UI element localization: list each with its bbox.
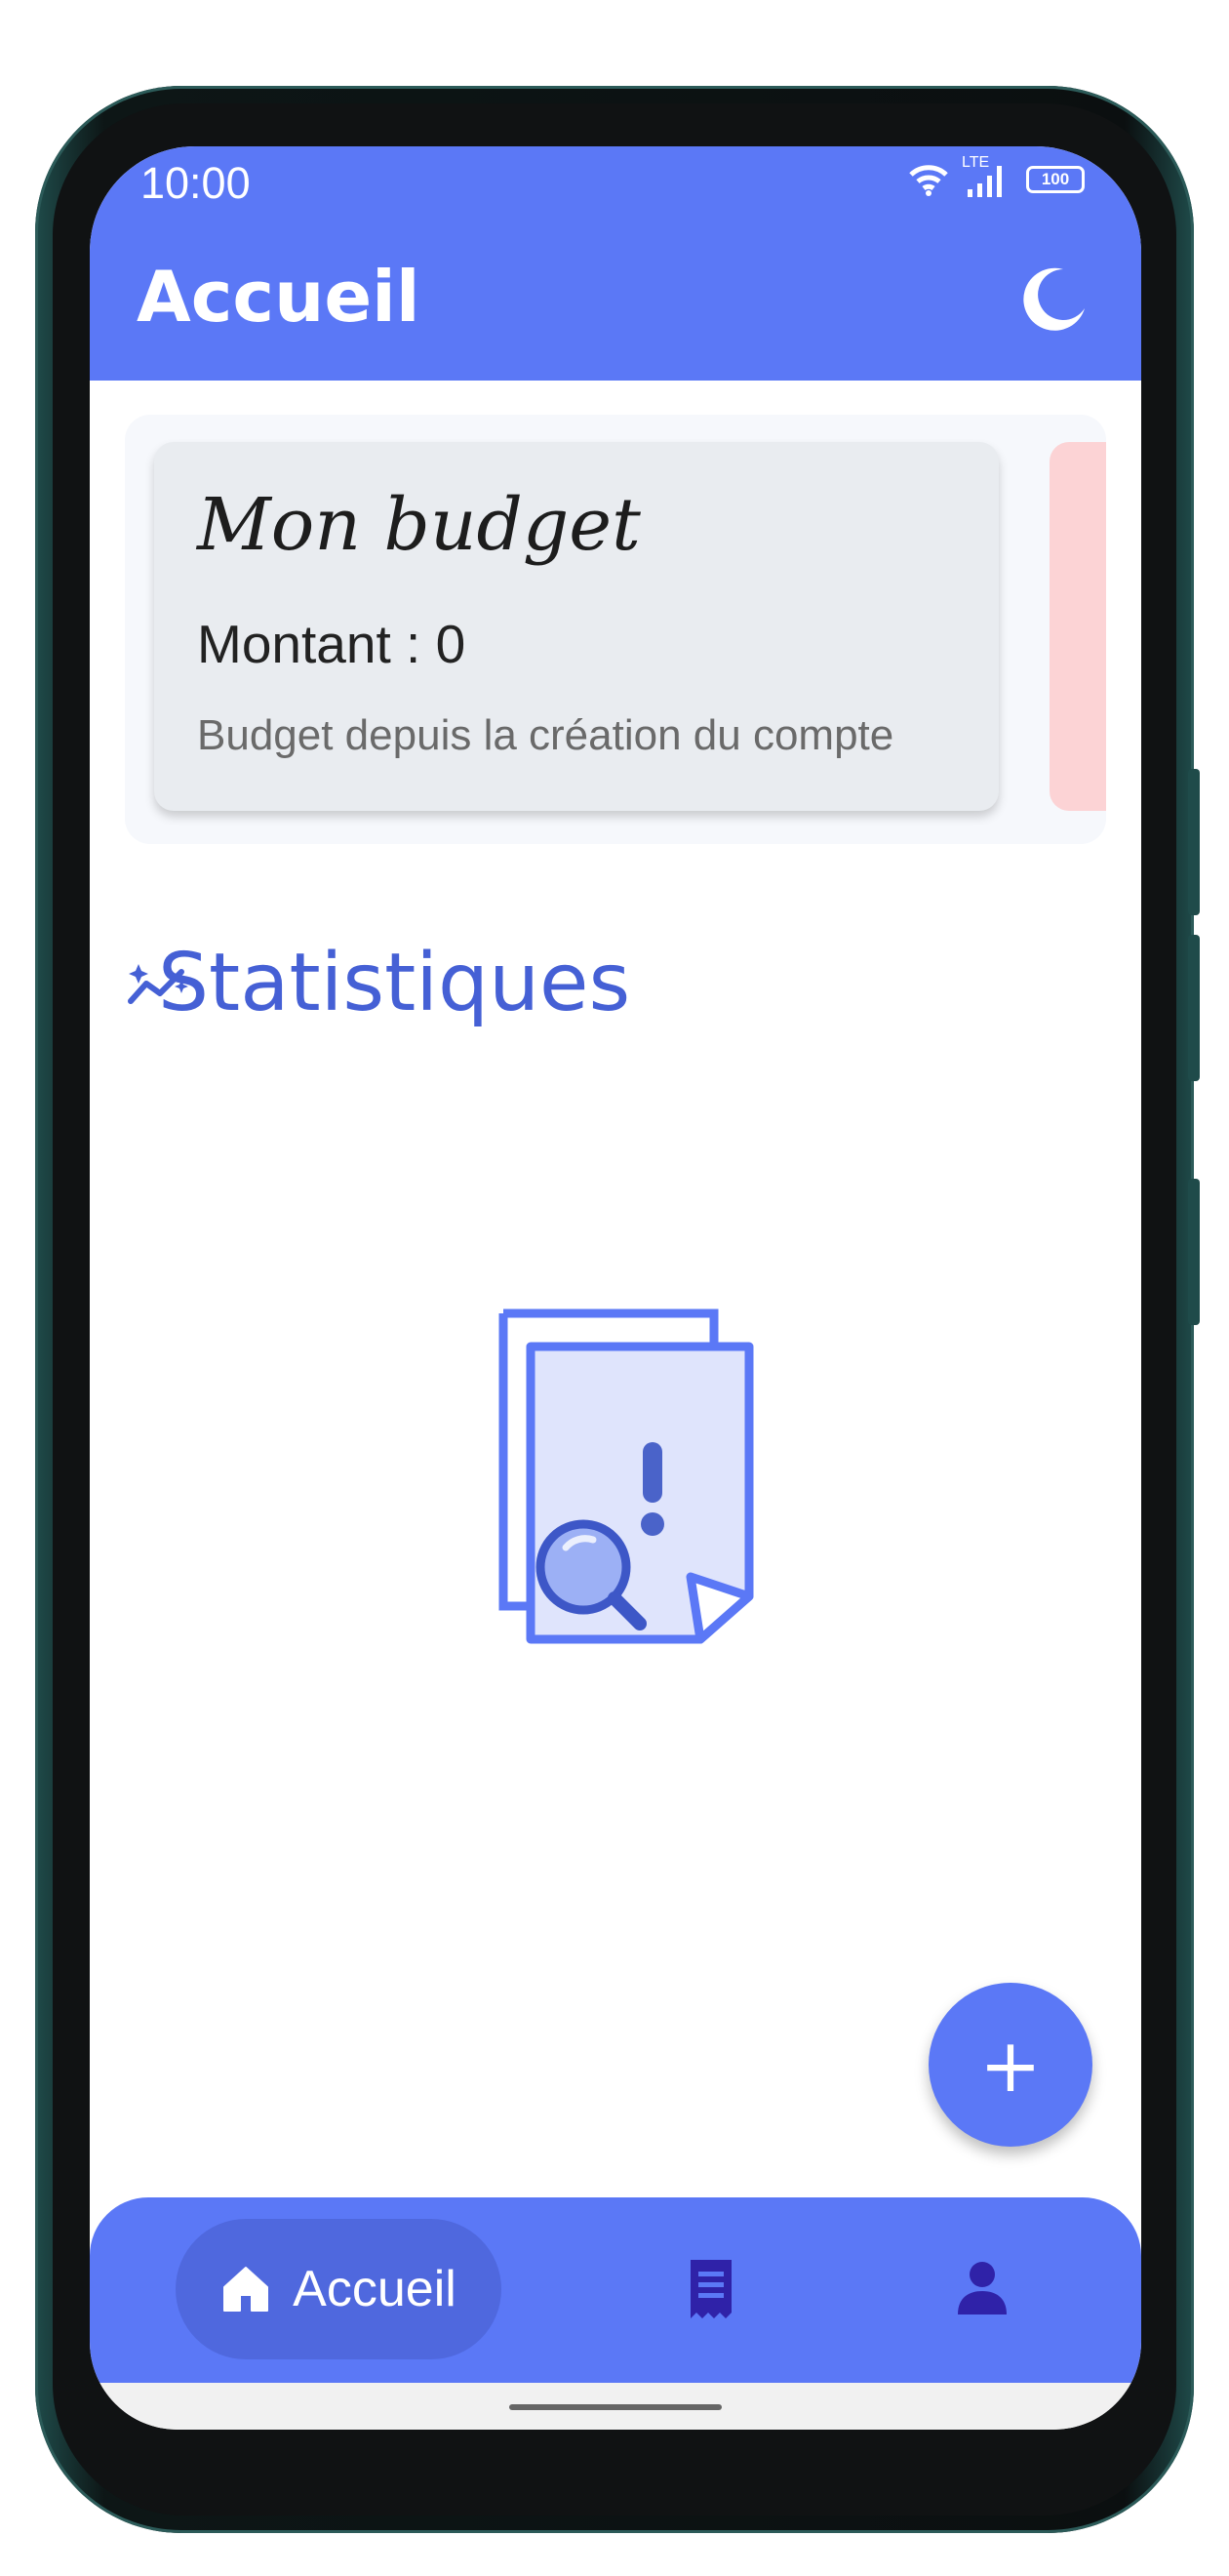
budget-carousel[interactable]: Mon budget Montant : 0 Budget depuis la …: [125, 415, 1106, 844]
power-button: [1188, 1179, 1200, 1325]
receipt-icon[interactable]: [683, 2258, 739, 2322]
nav-item-accueil[interactable]: Accueil: [176, 2219, 501, 2359]
app-header: 10:00 LTE 100 Accueil: [90, 146, 1141, 381]
add-button[interactable]: +: [929, 1983, 1092, 2147]
nav-item-label: Accueil: [293, 2261, 456, 2317]
status-icons: LTE 100: [909, 154, 1085, 199]
wifi-icon: [909, 165, 948, 196]
volume-down-button: [1188, 935, 1200, 1081]
signal-icon: LTE: [962, 154, 1012, 199]
plus-icon: +: [979, 2021, 1042, 2109]
page-title: Accueil: [137, 256, 420, 338]
volume-up-button: [1188, 769, 1200, 915]
budget-title: Mon budget: [197, 483, 641, 567]
next-card-peek[interactable]: [1050, 442, 1106, 811]
budget-amount: Montant : 0: [197, 614, 466, 674]
status-time: 10:00: [140, 158, 251, 208]
battery-icon: 100: [1026, 166, 1085, 193]
document-search-warning-icon: [498, 1308, 754, 1644]
budget-description: Budget depuis la création du compte: [197, 711, 894, 759]
moon-icon[interactable]: [1018, 263, 1090, 336]
budget-card[interactable]: Mon budget Montant : 0 Budget depuis la …: [154, 442, 999, 811]
battery-level: 100: [1041, 170, 1070, 188]
home-indicator[interactable]: [509, 2404, 722, 2410]
statistics-title: Statistiques: [158, 937, 631, 1029]
app-screen: 10:00 LTE 100 Accueil Mon budget Montant…: [90, 146, 1141, 2430]
user-icon[interactable]: [956, 2260, 1009, 2316]
bottom-navigation: Accueil: [90, 2197, 1141, 2383]
home-icon: [223, 2267, 269, 2312]
